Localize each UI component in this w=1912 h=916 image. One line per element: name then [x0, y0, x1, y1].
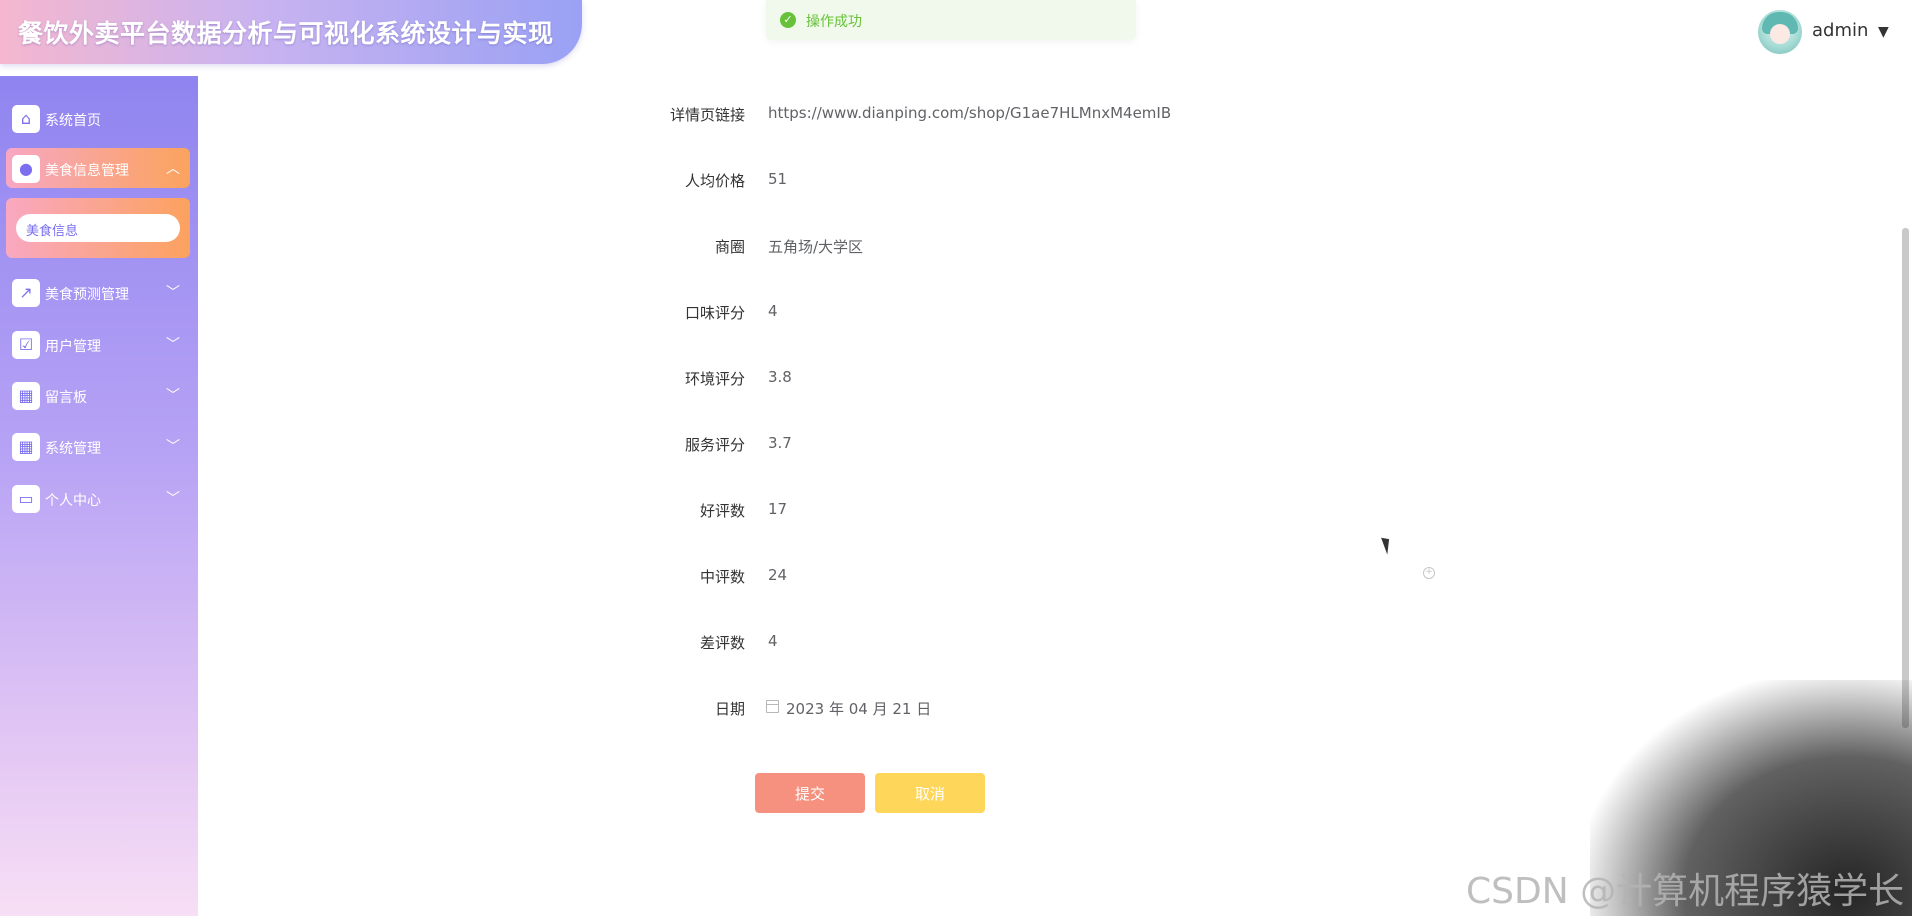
- app-title: 餐饮外卖平台数据分析与可视化系统设计与实现: [18, 19, 554, 48]
- field-label: 日期: [714, 700, 745, 718]
- field-value[interactable]: 3.8: [768, 368, 792, 386]
- field-label: 差评数: [699, 634, 745, 652]
- sidebar-item-users[interactable]: ☑ 用户管理 ﹀: [6, 324, 190, 364]
- field-value[interactable]: 4: [768, 632, 778, 650]
- mouse-cursor-icon: [1381, 535, 1394, 555]
- field-label: 好评数: [699, 502, 745, 520]
- title-bar: 餐饮外卖平台数据分析与可视化系统设计与实现: [0, 0, 582, 64]
- field-value[interactable]: 51: [768, 170, 787, 188]
- field-label: 中评数: [699, 568, 745, 586]
- field-value[interactable]: 3.7: [768, 434, 792, 452]
- check-circle-icon: ✓: [780, 12, 796, 28]
- field-value[interactable]: https://www.dianping.com/shop/G1ae7HLMnx…: [768, 104, 1171, 122]
- avatar[interactable]: [1758, 10, 1802, 54]
- field-value[interactable]: 17: [768, 500, 787, 518]
- field-label: 口味评分: [684, 304, 745, 322]
- chevron-down-icon: ﹀: [166, 285, 180, 301]
- field-label: 商圈: [714, 238, 745, 256]
- field-label: 人均价格: [684, 172, 745, 190]
- chevron-down-icon: ﹀: [166, 337, 180, 353]
- field-value[interactable]: 4: [768, 302, 778, 320]
- calendar-icon[interactable]: [766, 700, 779, 713]
- clipboard-check-icon: ☑: [12, 331, 40, 359]
- field-label: 环境评分: [684, 370, 745, 388]
- field-label: 服务评分: [684, 436, 745, 454]
- date-field[interactable]: 2023 年 04 月 21 日: [786, 698, 931, 719]
- watermark: CSDN @计算机程序猿学长: [1466, 871, 1905, 912]
- cancel-button[interactable]: 取消: [875, 773, 985, 813]
- username[interactable]: admin: [1812, 20, 1868, 41]
- submit-button[interactable]: 提交: [755, 773, 865, 813]
- caret-down-icon[interactable]: ▼: [1878, 24, 1889, 40]
- field-label: 详情页链接: [669, 106, 745, 124]
- sidebar-item-label: 用户管理: [45, 339, 101, 355]
- user-menu[interactable]: admin ▼: [1754, 8, 1904, 56]
- field-value[interactable]: 24: [768, 566, 787, 584]
- scrollbar[interactable]: [1902, 228, 1909, 728]
- sidebar-item-label: 美食预测管理: [45, 287, 129, 303]
- sidebar: ⌂ 系统首页 ● 美食信息管理 ︿ 美食信息 ↗ 美食预测管理 ﹀ ☑ 用户管理…: [0, 76, 198, 916]
- plus-circle-icon: +: [1423, 567, 1435, 579]
- field-value[interactable]: 五角场/大学区: [768, 236, 863, 257]
- sidebar-item-label: 留言板: [45, 390, 87, 406]
- toast-message: 操作成功: [806, 14, 862, 30]
- success-toast: ✓ 操作成功: [766, 0, 1136, 40]
